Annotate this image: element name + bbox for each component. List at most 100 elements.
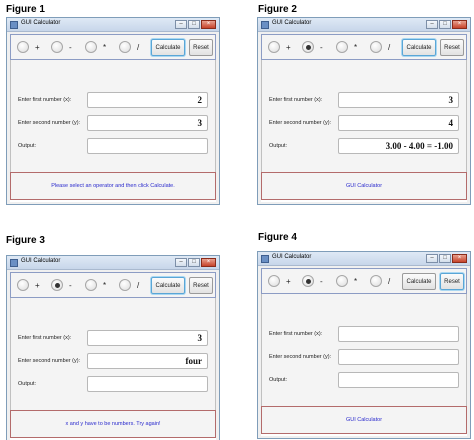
maximize-icon[interactable]: □ [188, 20, 200, 29]
radio-icon[interactable] [119, 279, 131, 291]
radio-icon[interactable] [336, 275, 348, 287]
status-bar: GUI Calculator [261, 172, 467, 200]
operator-option-subtract[interactable]: - [302, 275, 323, 287]
reset-button[interactable]: Reset [440, 39, 464, 56]
radio-icon[interactable] [85, 41, 97, 53]
operator-symbol: / [137, 280, 140, 290]
operator-symbol: * [103, 42, 107, 52]
calculate-button[interactable]: Calculate [402, 273, 436, 290]
calculate-button[interactable]: Calculate [151, 39, 185, 56]
operator-option-multiply[interactable]: * [85, 41, 106, 53]
operator-symbol: - [320, 276, 323, 286]
operator-option-multiply[interactable]: * [336, 275, 357, 287]
operator-option-add[interactable]: + [17, 279, 40, 291]
window-controls: – □ × [426, 254, 467, 263]
reset-button[interactable]: Reset [440, 273, 464, 290]
reset-button[interactable]: Reset [189, 39, 213, 56]
operator-option-divide[interactable]: / [370, 41, 390, 53]
y-label: Enter second number (y): [269, 120, 332, 126]
title-bar[interactable]: GUI Calculator – □ × [7, 18, 219, 32]
radio-icon[interactable] [336, 41, 348, 53]
maximize-icon[interactable]: □ [439, 20, 451, 29]
title-bar[interactable]: GUI Calculator – □ × [258, 18, 470, 32]
radio-icon[interactable] [302, 275, 314, 287]
calculator-window: GUI Calculator – □ × + - * / Calculate R… [6, 17, 220, 205]
operator-symbol: / [388, 42, 391, 52]
calculate-button[interactable]: Calculate [402, 39, 436, 56]
operator-symbol: * [103, 280, 107, 290]
minimize-icon[interactable]: – [175, 20, 187, 29]
app-icon [261, 21, 269, 29]
operator-toolbar: + - * / Calculate Reset [10, 34, 216, 60]
output-label: Output: [269, 143, 288, 149]
radio-icon[interactable] [370, 275, 382, 287]
y-input[interactable]: 3 [87, 115, 208, 131]
close-icon[interactable]: × [452, 254, 467, 263]
x-input[interactable]: 3 [87, 330, 208, 346]
maximize-icon[interactable]: □ [439, 254, 451, 263]
figure-3-label: Figure 3 [6, 235, 45, 246]
status-bar: Please select an operator and then click… [10, 172, 216, 200]
x-label: Enter first number (x): [269, 97, 323, 103]
operator-option-divide[interactable]: / [119, 41, 139, 53]
title-bar[interactable]: GUI Calculator – □ × [258, 252, 470, 266]
radio-icon[interactable] [302, 41, 314, 53]
operator-option-add[interactable]: + [268, 275, 291, 287]
calculator-window: GUI Calculator – □ × + - * / Calculate R… [257, 251, 471, 439]
operator-symbol: + [286, 276, 291, 286]
window-controls: – □ × [175, 258, 216, 267]
operator-option-multiply[interactable]: * [85, 279, 106, 291]
radio-icon[interactable] [268, 275, 280, 287]
minimize-icon[interactable]: – [426, 20, 438, 29]
operator-option-subtract[interactable]: - [51, 41, 72, 53]
output-field: 3.00 - 4.00 = -1.00 [338, 138, 459, 154]
y-input[interactable] [338, 349, 459, 365]
radio-icon[interactable] [119, 41, 131, 53]
window-content: + - * / Calculate Reset Enter first numb… [261, 34, 467, 202]
operator-option-add[interactable]: + [268, 41, 291, 53]
maximize-icon[interactable]: □ [188, 258, 200, 267]
x-label: Enter first number (x): [18, 335, 72, 341]
x-input[interactable] [338, 326, 459, 342]
operator-option-multiply[interactable]: * [336, 41, 357, 53]
radio-icon[interactable] [370, 41, 382, 53]
input-form: Enter first number (x): 3 Enter second n… [10, 298, 216, 410]
window-controls: – □ × [175, 20, 216, 29]
radio-icon[interactable] [268, 41, 280, 53]
output-field [338, 372, 459, 388]
operator-option-subtract[interactable]: - [51, 279, 72, 291]
x-label: Enter first number (x): [18, 97, 72, 103]
output-field [87, 376, 208, 392]
radio-icon[interactable] [17, 41, 29, 53]
operator-symbol: * [354, 276, 358, 286]
x-label: Enter first number (x): [269, 331, 323, 337]
title-bar[interactable]: GUI Calculator – □ × [7, 256, 219, 270]
radio-icon[interactable] [85, 279, 97, 291]
status-bar: x and y have to be numbers. Try again! [10, 410, 216, 438]
radio-icon[interactable] [17, 279, 29, 291]
close-icon[interactable]: × [201, 20, 216, 29]
calculate-button[interactable]: Calculate [151, 277, 185, 294]
operator-option-divide[interactable]: / [119, 279, 139, 291]
operator-symbol: - [69, 280, 72, 290]
operator-symbol: + [286, 42, 291, 52]
operator-option-divide[interactable]: / [370, 275, 390, 287]
input-form: Enter first number (x): 3 Enter second n… [261, 60, 467, 172]
radio-icon[interactable] [51, 41, 63, 53]
x-input[interactable]: 3 [338, 92, 459, 108]
close-icon[interactable]: × [201, 258, 216, 267]
y-input[interactable]: 4 [338, 115, 459, 131]
minimize-icon[interactable]: – [426, 254, 438, 263]
close-icon[interactable]: × [452, 20, 467, 29]
x-input[interactable]: 2 [87, 92, 208, 108]
operator-toolbar: + - * / Calculate Reset [10, 272, 216, 298]
app-icon [10, 21, 18, 29]
operator-option-subtract[interactable]: - [302, 41, 323, 53]
window-title: GUI Calculator [21, 258, 61, 264]
radio-icon[interactable] [51, 279, 63, 291]
figure-2-label: Figure 2 [258, 4, 297, 15]
minimize-icon[interactable]: – [175, 258, 187, 267]
operator-option-add[interactable]: + [17, 41, 40, 53]
reset-button[interactable]: Reset [189, 277, 213, 294]
y-input[interactable]: four [87, 353, 208, 369]
